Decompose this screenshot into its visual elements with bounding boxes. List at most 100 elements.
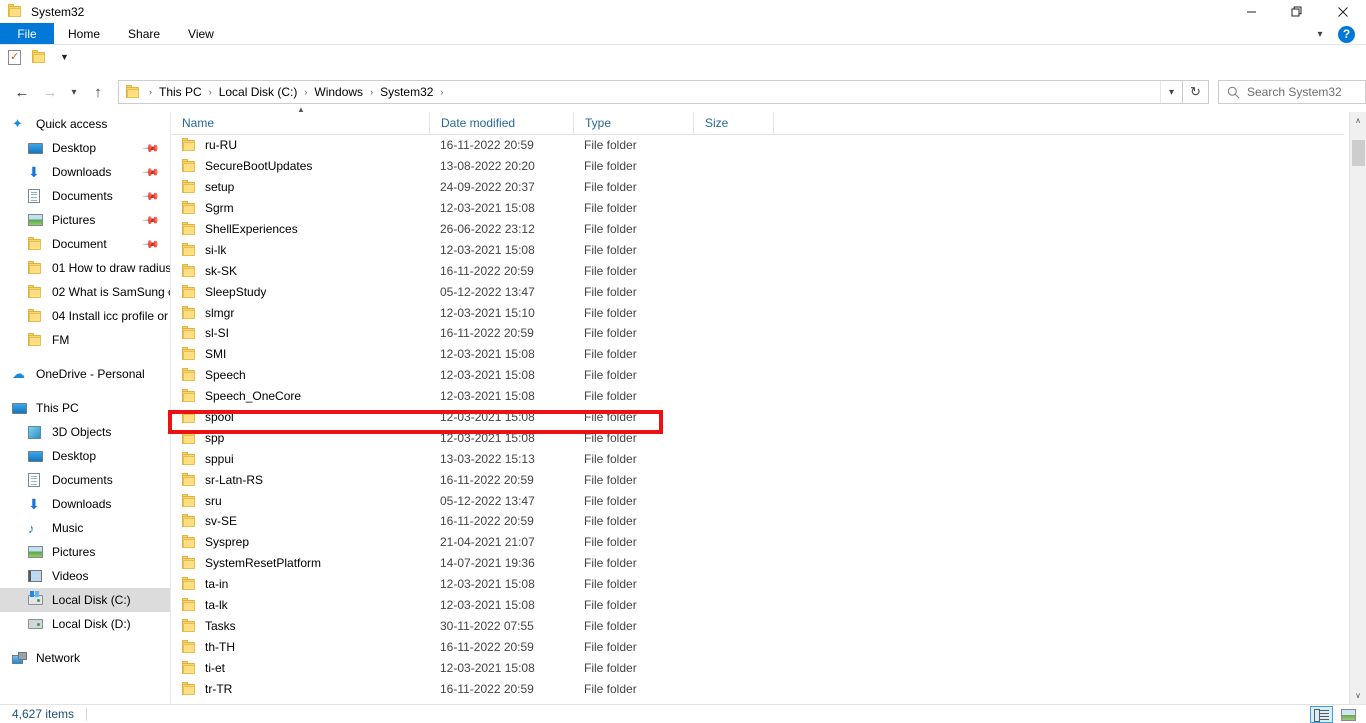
- sidebar-item-videos[interactable]: Videos: [0, 564, 170, 588]
- sidebar-item-music[interactable]: ♪ Music: [0, 516, 170, 540]
- sidebar-group-quick-access[interactable]: ✦ Quick access: [0, 112, 170, 136]
- pin-icon[interactable]: 📌: [142, 139, 161, 158]
- file-name-cell[interactable]: tr-TR: [171, 681, 429, 696]
- details-view-button[interactable]: [1310, 706, 1333, 723]
- table-row[interactable]: Tasks 30-11-2022 07:55 File folder: [171, 615, 1344, 636]
- table-row[interactable]: ru-RU 16-11-2022 20:59 File folder: [171, 135, 1344, 156]
- file-name-cell[interactable]: ru-RU: [171, 138, 429, 152]
- minimize-button[interactable]: [1228, 0, 1274, 23]
- tab-home[interactable]: Home: [54, 23, 114, 45]
- file-name-cell[interactable]: Sysprep: [171, 535, 429, 549]
- table-row[interactable]: SecureBootUpdates 13-08-2022 20:20 File fo…: [171, 156, 1344, 177]
- file-name-cell[interactable]: spool: [171, 410, 429, 424]
- sidebar-item-02-what-is-samsung[interactable]: 02 What is SamSung c: [0, 280, 170, 304]
- column-header-type[interactable]: Type: [573, 111, 693, 135]
- file-name-cell[interactable]: Tasks: [171, 618, 429, 633]
- large-icons-view-button[interactable]: [1337, 706, 1360, 723]
- breadcrumb-item-windows[interactable]: Windows: [310, 81, 367, 103]
- file-name-cell[interactable]: SystemResetPlatform: [171, 556, 429, 570]
- file-name-cell[interactable]: Speech: [171, 368, 429, 382]
- file-name-cell[interactable]: sppui: [171, 451, 429, 466]
- sidebar-item-document[interactable]: Document 📌: [0, 232, 170, 256]
- sidebar-item-3d-objects[interactable]: 3D Objects: [0, 420, 170, 444]
- up-button[interactable]: ↑: [84, 78, 112, 106]
- tab-file[interactable]: File: [0, 23, 54, 45]
- breadcrumb-item-local-disk-c[interactable]: Local Disk (C:): [215, 81, 302, 103]
- table-row[interactable]: Speech_OneCore 12-03-2021 15:08 File folde…: [171, 386, 1344, 407]
- pin-icon[interactable]: 📌: [142, 187, 161, 206]
- column-header-name[interactable]: Name ▲: [171, 105, 429, 135]
- file-name-cell[interactable]: ta-lk: [171, 598, 429, 612]
- file-name-cell[interactable]: setup: [171, 180, 429, 194]
- help-icon[interactable]: ?: [1338, 25, 1355, 43]
- search-input[interactable]: Search System32: [1247, 85, 1342, 99]
- breadcrumb-item-system32[interactable]: System32: [376, 81, 437, 103]
- tab-view[interactable]: View: [174, 23, 228, 45]
- scrollbar-thumb[interactable]: [1352, 140, 1365, 166]
- table-row[interactable]: sk-SK 16-11-2022 20:59 File folder: [171, 260, 1344, 281]
- file-name-cell[interactable]: sru: [171, 493, 429, 508]
- sidebar-group-network[interactable]: Network: [0, 646, 170, 670]
- table-row[interactable]: ta-in 12-03-2021 15:08 File folder: [171, 574, 1344, 595]
- refresh-button[interactable]: ↻: [1183, 80, 1209, 104]
- column-header-size[interactable]: Size: [693, 111, 773, 135]
- table-row[interactable]: sppui 13-03-2022 15:13 File folder: [171, 448, 1344, 469]
- scroll-down-button[interactable]: ∨: [1350, 687, 1366, 704]
- search-box[interactable]: Search System32: [1218, 80, 1366, 104]
- sidebar-item-local-disk-d[interactable]: Local Disk (D:): [0, 612, 170, 636]
- breadcrumb-item-this-pc[interactable]: This PC: [155, 81, 206, 103]
- table-row[interactable]: sr-Latn-RS 16-11-2022 20:59 File folder: [171, 469, 1344, 490]
- file-name-cell[interactable]: spp: [171, 430, 429, 445]
- sidebar-item-documents-qa[interactable]: Documents 📌: [0, 184, 170, 208]
- sidebar-item-local-disk-c[interactable]: Local Disk (C:): [0, 588, 170, 612]
- maximize-button[interactable]: [1274, 0, 1320, 23]
- new-folder-icon[interactable]: [31, 49, 48, 66]
- file-name-cell[interactable]: Sgrm: [171, 201, 429, 215]
- pin-icon[interactable]: 📌: [142, 235, 161, 254]
- sidebar-group-this-pc[interactable]: This PC: [0, 396, 170, 420]
- customize-caret-icon[interactable]: ▼: [56, 49, 73, 66]
- sidebar-item-fm[interactable]: FM: [0, 328, 170, 352]
- sidebar-item-downloads[interactable]: ⬇ Downloads: [0, 492, 170, 516]
- file-name-cell[interactable]: ShellExperiences: [171, 222, 429, 236]
- table-row[interactable]: tr-TR 16-11-2022 20:59 File folder: [171, 678, 1344, 699]
- tab-share[interactable]: Share: [114, 23, 174, 45]
- table-row[interactable]: Sgrm 12-03-2021 15:08 File folder: [171, 198, 1344, 219]
- sidebar-item-04-install-icc-profile[interactable]: 04 Install icc profile or: [0, 304, 170, 328]
- table-row[interactable]: si-lk 12-03-2021 15:08 File folder: [171, 239, 1344, 260]
- table-row[interactable]: Sysprep 21-04-2021 21:07 File folder: [171, 532, 1344, 553]
- file-name-cell[interactable]: SecureBootUpdates: [171, 159, 429, 173]
- sidebar-item-desktop[interactable]: Desktop: [0, 444, 170, 468]
- file-name-cell[interactable]: si-lk: [171, 242, 429, 257]
- file-name-cell[interactable]: sr-Latn-RS: [171, 472, 429, 487]
- file-name-cell[interactable]: sv-SE: [171, 514, 429, 528]
- pin-icon[interactable]: 📌: [142, 211, 161, 230]
- table-row[interactable]: Speech 12-03-2021 15:08 File folder: [171, 365, 1344, 386]
- sidebar-group-onedrive[interactable]: ☁ OneDrive - Personal: [0, 362, 170, 386]
- file-name-cell[interactable]: SleepStudy: [171, 284, 429, 299]
- file-name-cell[interactable]: slmgr: [171, 305, 429, 320]
- back-button[interactable]: ←: [8, 78, 36, 106]
- scroll-up-button[interactable]: ∧: [1350, 112, 1366, 129]
- table-row[interactable]: slmgr 12-03-2021 15:10 File folder: [171, 302, 1344, 323]
- file-name-cell[interactable]: sl-SI: [171, 326, 429, 340]
- table-row[interactable]: ti-et 12-03-2021 15:08 File folder: [171, 657, 1344, 678]
- sidebar-item-01-how-to-draw-radius[interactable]: 01 How to draw radius: [0, 256, 170, 280]
- table-row[interactable]: spp 12-03-2021 15:08 File folder: [171, 427, 1344, 448]
- table-row[interactable]: ta-lk 12-03-2021 15:08 File folder: [171, 595, 1344, 616]
- file-name-cell[interactable]: th-TH: [171, 639, 429, 654]
- sidebar-item-pictures[interactable]: Pictures: [0, 540, 170, 564]
- sidebar-item-documents[interactable]: Documents: [0, 468, 170, 492]
- table-row[interactable]: sv-SE 16-11-2022 20:59 File folder: [171, 511, 1344, 532]
- expand-ribbon-icon[interactable]: ▾: [1312, 29, 1328, 40]
- table-row[interactable]: sru 05-12-2022 13:47 File folder: [171, 490, 1344, 511]
- pin-icon[interactable]: 📌: [142, 163, 161, 182]
- sidebar-item-desktop-qa[interactable]: Desktop 📌: [0, 136, 170, 160]
- sidebar-item-downloads-qa[interactable]: ⬇ Downloads 📌: [0, 160, 170, 184]
- table-row[interactable]: spool 12-03-2021 15:08 File folder: [171, 407, 1344, 428]
- table-row[interactable]: sl-SI 16-11-2022 20:59 File folder: [171, 323, 1344, 344]
- table-row[interactable]: SystemResetPlatform 14-07-2021 19:36 File …: [171, 553, 1344, 574]
- file-name-cell[interactable]: ta-in: [171, 577, 429, 591]
- file-name-cell[interactable]: Speech_OneCore: [171, 389, 429, 403]
- vertical-scrollbar[interactable]: ∧ ∨: [1349, 112, 1366, 704]
